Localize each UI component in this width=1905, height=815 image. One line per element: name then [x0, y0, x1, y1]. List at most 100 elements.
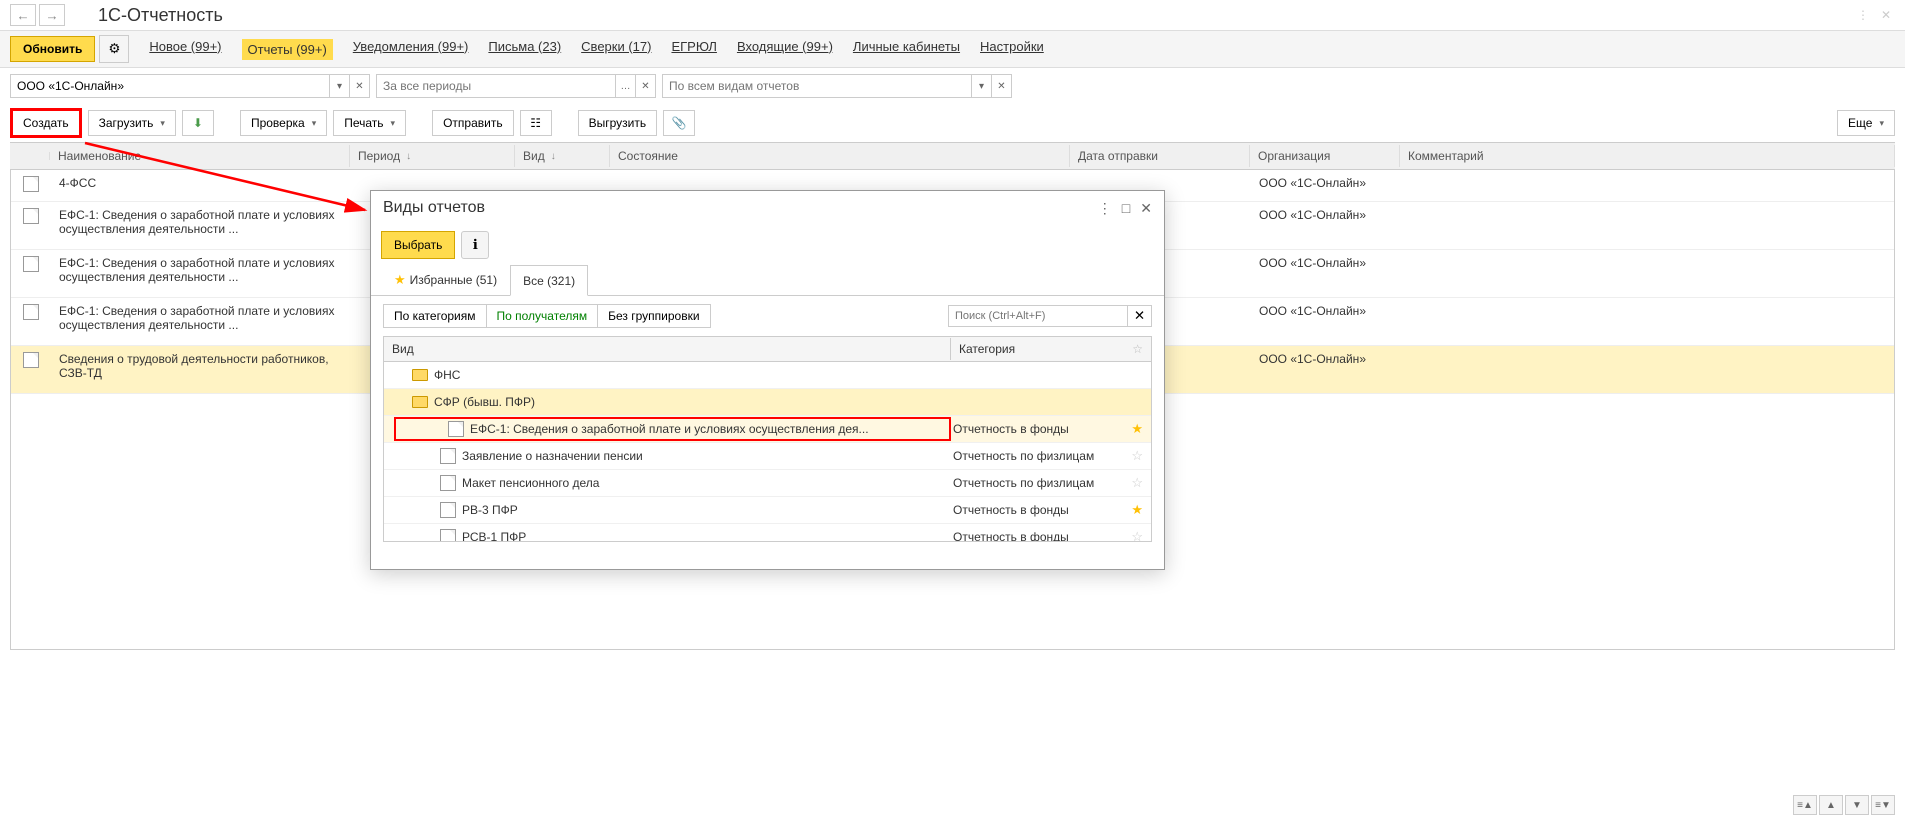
document-icon: [440, 448, 456, 464]
tab-notifications[interactable]: Уведомления (99+): [353, 39, 469, 60]
tree-item[interactable]: ЕФС-1: Сведения о заработной плате и усл…: [384, 416, 1151, 443]
star-icon[interactable]: ☆: [1131, 529, 1143, 542]
scroll-up-icon[interactable]: ▲: [1819, 795, 1843, 815]
star-icon[interactable]: ★: [1131, 421, 1143, 437]
cell-org: ООО «1С-Онлайн»: [1251, 208, 1401, 222]
scroll-top-icon[interactable]: ≡▲: [1793, 795, 1817, 815]
filter-bar: ▾ ✕ … ✕ ▾ ✕: [0, 68, 1905, 104]
scroll-bottom-icon[interactable]: ≡▼: [1871, 795, 1895, 815]
col-name[interactable]: Наименование: [50, 145, 350, 167]
close-icon[interactable]: ✕: [1877, 6, 1895, 24]
tab-letters[interactable]: Письма (23): [488, 39, 561, 60]
org-dropdown-icon[interactable]: ▾: [330, 74, 350, 98]
main-toolbar: Обновить ⚙ Новое (99+) Отчеты (99+) Увед…: [0, 30, 1905, 68]
col-type[interactable]: Вид↓: [515, 145, 610, 167]
search-input[interactable]: [948, 305, 1128, 327]
nav-forward-button[interactable]: →: [39, 4, 65, 26]
star-icon[interactable]: ☆: [1131, 475, 1143, 491]
cell-org: ООО «1С-Онлайн»: [1251, 176, 1401, 190]
dialog-header: Виды отчетов ⋮ □ ✕: [371, 191, 1164, 225]
tree-item[interactable]: РВ-3 ПФР Отчетность в фонды★: [384, 497, 1151, 524]
tree-label: РСВ-1 ПФР: [462, 530, 953, 542]
list-icon[interactable]: ☷: [520, 110, 552, 136]
cell-org: ООО «1С-Онлайн»: [1251, 304, 1401, 318]
tab-checks[interactable]: Сверки (17): [581, 39, 651, 60]
create-button[interactable]: Создать: [10, 108, 82, 138]
group-by-recipient[interactable]: По получателям: [487, 304, 599, 328]
kebab-icon[interactable]: ⋮: [1854, 6, 1872, 24]
tree-category: Отчетность в фонды: [953, 422, 1069, 436]
refresh-button[interactable]: Обновить: [10, 36, 95, 62]
print-button[interactable]: Печать: [333, 110, 406, 136]
gear-icon[interactable]: ⚙: [99, 35, 129, 63]
tree-folder[interactable]: ⊕ ФНС: [384, 362, 1151, 389]
col-period[interactable]: Период↓: [350, 145, 515, 167]
import-icon[interactable]: ⬇: [182, 110, 214, 136]
tree-item[interactable]: Заявление о назначении пенсии Отчетность…: [384, 443, 1151, 470]
check-button[interactable]: Проверка: [240, 110, 327, 136]
tree-body: ⊕ ФНС ⊖ СФР (бывш. ПФР) ЕФС-1: Сведения …: [383, 362, 1152, 542]
org-input[interactable]: [10, 74, 330, 98]
scroll-down-icon[interactable]: ▼: [1845, 795, 1869, 815]
tree-col-type[interactable]: Вид: [384, 338, 951, 360]
tab-new[interactable]: Новое (99+): [149, 39, 221, 60]
col-sent[interactable]: Дата отправки: [1070, 145, 1250, 167]
type-dropdown-icon[interactable]: ▾: [972, 74, 992, 98]
document-icon: [23, 208, 39, 224]
tab-egrul[interactable]: ЕГРЮЛ: [671, 39, 716, 60]
select-button[interactable]: Выбрать: [381, 231, 455, 259]
no-grouping[interactable]: Без группировки: [598, 304, 710, 328]
cell-name: ЕФС-1: Сведения о заработной плате и усл…: [51, 304, 351, 332]
tree-label: СФР (бывш. ПФР): [434, 395, 953, 409]
group-by-category[interactable]: По категориям: [383, 304, 487, 328]
more-button[interactable]: Еще: [1837, 110, 1895, 136]
tree-item[interactable]: РСВ-1 ПФР Отчетность в фонды☆: [384, 524, 1151, 542]
tree-item[interactable]: Макет пенсионного дела Отчетность по физ…: [384, 470, 1151, 497]
type-clear-icon[interactable]: ✕: [992, 74, 1012, 98]
tab-settings[interactable]: Настройки: [980, 39, 1044, 60]
page-title: 1С-Отчетность: [98, 5, 223, 26]
col-org[interactable]: Организация: [1250, 145, 1400, 167]
kebab-icon[interactable]: ⋮: [1098, 200, 1112, 217]
cell-name: 4-ФСС: [51, 176, 351, 190]
send-button[interactable]: Отправить: [432, 110, 514, 136]
org-clear-icon[interactable]: ✕: [350, 74, 370, 98]
col-comment[interactable]: Комментарий: [1400, 145, 1895, 167]
load-button[interactable]: Загрузить: [88, 110, 176, 136]
tree-col-category[interactable]: Категория☆: [951, 338, 1151, 360]
dialog-controls: По категориям По получателям Без группир…: [371, 296, 1164, 336]
expand-icon[interactable]: ⊕: [392, 370, 412, 381]
star-icon: ☆: [1132, 342, 1143, 356]
tree-folder[interactable]: ⊖ СФР (бывш. ПФР): [384, 389, 1151, 416]
info-icon[interactable]: ℹ: [461, 231, 489, 259]
search-box: ✕: [948, 305, 1152, 327]
export-button[interactable]: Выгрузить: [578, 110, 658, 136]
maximize-icon[interactable]: □: [1122, 200, 1130, 217]
cell-name: ЕФС-1: Сведения о заработной плате и усл…: [51, 208, 351, 236]
star-icon[interactable]: ★: [1131, 502, 1143, 518]
attach-icon[interactable]: 📎: [663, 110, 695, 136]
navbar: ← → 1С-Отчетность ⋮ ✕: [0, 0, 1905, 30]
tab-incoming[interactable]: Входящие (99+): [737, 39, 833, 60]
tab-all[interactable]: Все (321): [510, 265, 588, 296]
period-clear-icon[interactable]: ✕: [636, 74, 656, 98]
folder-icon: [412, 396, 428, 408]
grid-nav-footer: ≡▲ ▲ ▼ ≡▼: [1793, 795, 1895, 815]
type-filter: ▾ ✕: [662, 74, 1012, 98]
period-pick-icon[interactable]: …: [616, 74, 636, 98]
collapse-icon[interactable]: ⊖: [392, 397, 412, 408]
star-icon: ★: [394, 272, 406, 288]
search-clear-icon[interactable]: ✕: [1128, 305, 1152, 327]
tree-category: Отчетность по физлицам: [953, 476, 1094, 490]
tab-reports[interactable]: Отчеты (99+): [242, 39, 333, 60]
close-icon[interactable]: ✕: [1140, 200, 1152, 217]
tab-cabinets[interactable]: Личные кабинеты: [853, 39, 960, 60]
tab-favorites[interactable]: ★Избранные (51): [381, 265, 510, 295]
period-input[interactable]: [376, 74, 616, 98]
star-icon[interactable]: ☆: [1131, 448, 1143, 464]
col-state[interactable]: Состояние: [610, 145, 1070, 167]
type-input[interactable]: [662, 74, 972, 98]
nav-back-button[interactable]: ←: [10, 4, 36, 26]
document-icon: [440, 475, 456, 491]
cell-org: ООО «1С-Онлайн»: [1251, 352, 1401, 366]
